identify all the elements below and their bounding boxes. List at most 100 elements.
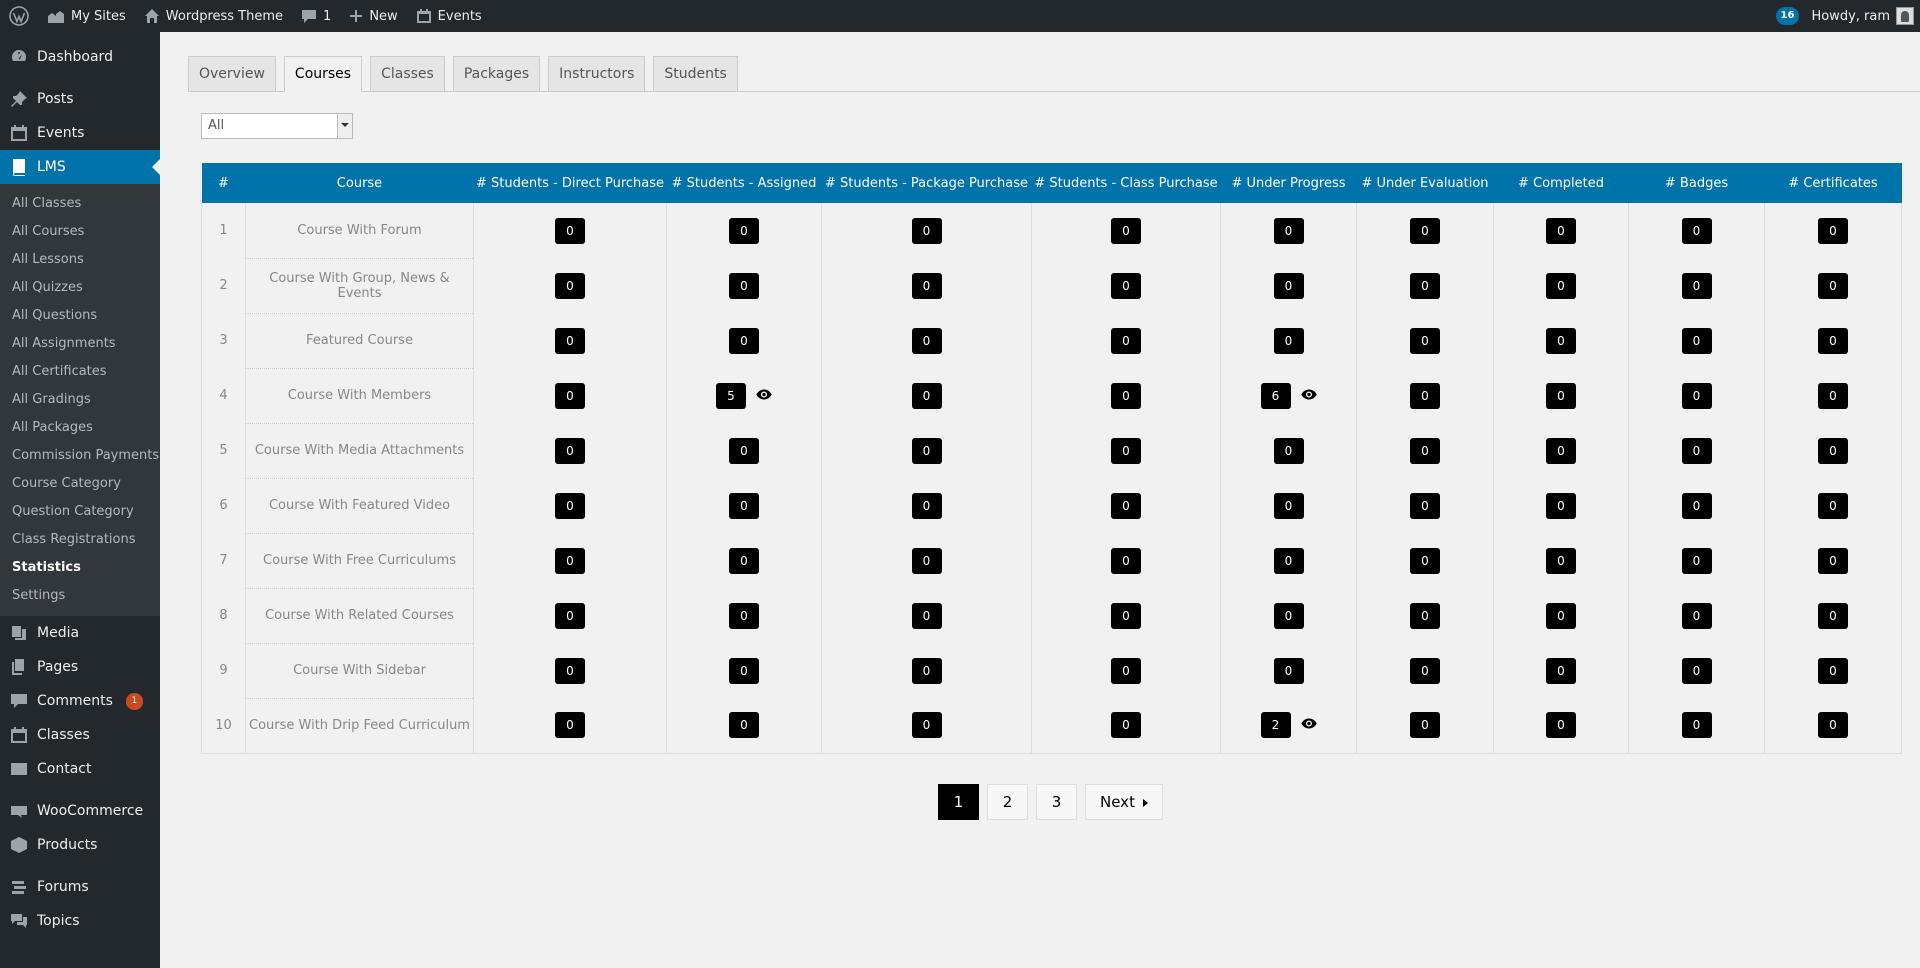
submenu-course-category[interactable]: Course Category [0,470,160,498]
count-badge: 5 [716,382,746,409]
updates-badge[interactable]: 16 [1775,7,1800,25]
count-badge: 0 [911,272,942,299]
menu-forums[interactable]: Forums [0,870,160,904]
events-link[interactable]: Events [407,0,491,32]
tab-courses[interactable]: Courses [283,56,363,92]
stat-cell: 0 [1764,203,1902,258]
tab-instructors[interactable]: Instructors [548,56,646,92]
howdy-user[interactable]: Howdy, ram [1811,9,1890,24]
menu-posts[interactable]: Posts [0,82,160,116]
menu-contact-label: Contact [37,761,92,777]
submenu-all-questions[interactable]: All Questions [0,302,160,330]
tab-overview[interactable]: Overview [188,56,276,92]
menu-classes[interactable]: Classes [0,718,160,752]
menu-pages[interactable]: Pages [0,650,160,684]
site-name-label: Wordpress Theme [165,8,284,24]
row-index: 1 [201,203,246,258]
menu-woocommerce[interactable]: WooCommerce [0,794,160,828]
submenu-question-category[interactable]: Question Category [0,498,160,526]
avatar[interactable] [1896,7,1914,25]
menu-forums-label: Forums [37,879,89,895]
count-badge: 0 [1111,712,1141,739]
next-page-button[interactable]: Next [1085,784,1163,820]
my-sites-link[interactable]: My Sites [38,0,135,32]
menu-dashboard-label: Dashboard [37,49,113,65]
submenu-commission-payments[interactable]: Commission Payments [0,442,160,470]
tab-students[interactable]: Students [653,56,738,92]
stat-cell: 0 [1031,203,1221,258]
eye-icon[interactable] [756,389,772,404]
count-badge: 2 [1260,712,1291,739]
stat-cell: 0 [1628,698,1765,754]
submenu-all-packages[interactable]: All Packages [0,414,160,442]
count-badge: 0 [911,492,942,519]
menu-events[interactable]: Events [0,116,160,150]
submenu-all-certificates[interactable]: All Certificates [0,358,160,386]
products-icon [11,837,27,853]
comments-link[interactable]: 1 [292,0,340,32]
home-icon [144,9,159,23]
submenu-all-classes[interactable]: All Classes [0,190,160,218]
course-name: Featured Course [245,313,474,369]
column-header: # Students - Assigned [666,163,822,203]
stat-cell: 0 [666,313,822,368]
table-row: 10 Course With Drip Feed Curriculum 0 0 0 0 2 0… [201,698,1902,754]
count-badge: 0 [911,217,942,244]
page-3-button[interactable]: 3 [1036,784,1077,820]
count-badge: 0 [1546,547,1576,574]
count-badge: 0 [1681,272,1712,299]
count-badge: 0 [1546,602,1576,629]
submenu-all-assignments[interactable]: All Assignments [0,330,160,358]
menu-posts-label: Posts [37,91,74,107]
stat-cell: 0 [666,588,822,643]
eye-icon[interactable] [1300,389,1317,404]
count-badge: 0 [1681,437,1712,464]
submenu-settings[interactable]: Settings [0,582,160,610]
menu-comments-label: Comments [37,693,113,709]
site-name-link[interactable]: Wordpress Theme [135,0,292,32]
tab-classes[interactable]: Classes [370,56,445,92]
menu-contact[interactable]: Contact [0,752,160,786]
submenu-all-gradings[interactable]: All Gradings [0,386,160,414]
menu-comments[interactable]: Comments 1 [0,684,160,718]
count-badge: 0 [1273,327,1304,354]
stat-cell: 0 [1628,313,1765,368]
tab-packages[interactable]: Packages [452,56,541,92]
menu-classes-label: Classes [37,727,90,743]
count-badge: 0 [729,602,759,629]
submenu-all-lessons[interactable]: All Lessons [0,246,160,274]
menu-products-label: Products [37,837,98,853]
menu-media[interactable]: Media [0,616,160,650]
count-badge: 0 [1410,547,1440,574]
page-1-button[interactable]: 1 [938,784,979,820]
menu-products[interactable]: Products [0,828,160,862]
count-badge: 0 [1410,437,1440,464]
stat-cell: 0 [473,313,667,368]
count-badge: 0 [1818,437,1848,464]
count-badge: 0 [729,492,759,519]
count-badge: 0 [1111,547,1141,574]
eye-icon[interactable] [1300,718,1317,733]
course-name: Course With Featured Video [245,478,474,534]
row-index: 6 [201,478,246,533]
wordpress-logo[interactable] [0,0,38,32]
menu-dashboard[interactable]: Dashboard [0,40,160,74]
course-filter-select[interactable]: All [201,113,353,139]
submenu-statistics[interactable]: Statistics [0,554,160,582]
dropdown-arrow-icon[interactable] [337,114,352,138]
submenu-class-registrations[interactable]: Class Registrations [0,526,160,554]
page-2-button[interactable]: 2 [987,784,1028,820]
count-badge: 0 [1546,712,1576,739]
woocommerce-icon [11,806,27,818]
count-badge: 0 [729,327,759,354]
submenu-all-courses[interactable]: All Courses [0,218,160,246]
submenu-all-quizzes[interactable]: All Quizzes [0,274,160,302]
menu-lms[interactable]: LMS [0,150,160,184]
new-content-link[interactable]: New [340,0,406,32]
count-badge: 0 [1818,712,1848,739]
stat-cell: 0 [1628,368,1765,423]
menu-topics[interactable]: Topics [0,904,160,938]
book-icon [12,159,25,176]
stat-cell: 0 [1493,368,1629,423]
stat-cell: 0 [1356,203,1494,258]
